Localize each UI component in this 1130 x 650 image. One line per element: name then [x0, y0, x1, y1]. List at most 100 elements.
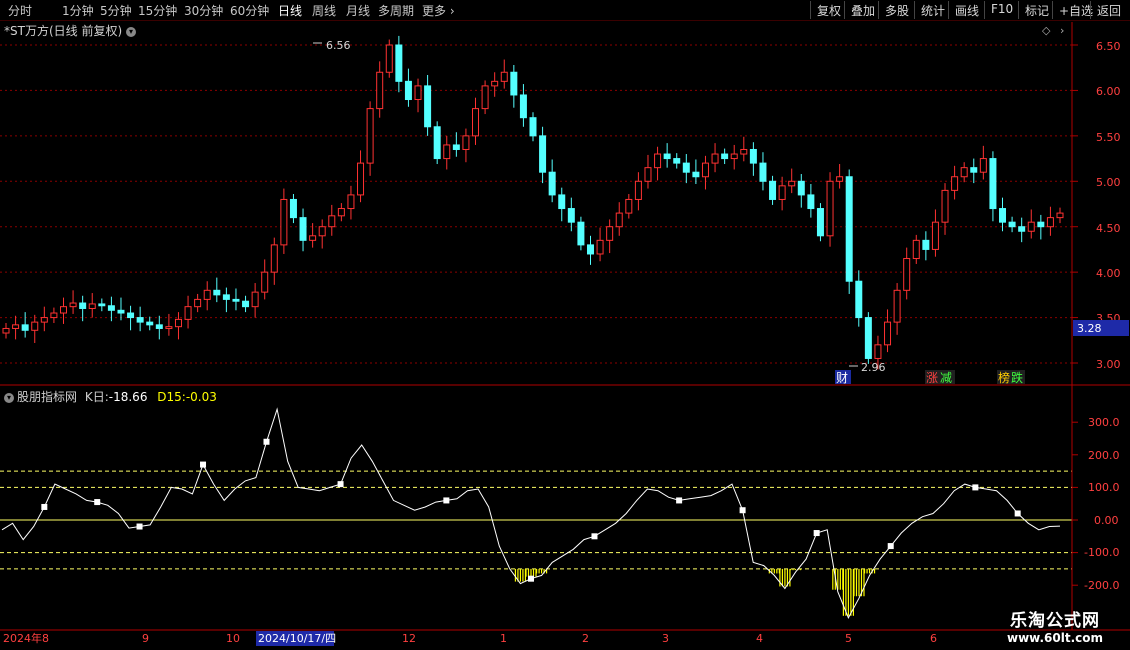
candle-down	[855, 280, 863, 319]
candle-down	[404, 80, 412, 101]
candle-down	[1037, 221, 1045, 228]
chevron-down-icon[interactable]: ▾	[4, 393, 14, 403]
candle-up	[385, 44, 393, 73]
kline-chart[interactable]: 6.50 6.00 5.50 5.00 4.50 4.00 3.50 3.00 …	[0, 0, 1130, 650]
candlestick-series	[2, 35, 1064, 370]
indicator-marker	[813, 530, 820, 537]
candle-down	[107, 305, 115, 311]
candle-up	[951, 176, 959, 191]
candle-down	[539, 135, 547, 173]
candle-up	[347, 194, 355, 210]
candle-down	[117, 309, 125, 314]
expand-icon[interactable]: ›	[1060, 24, 1064, 37]
date-label: 4	[756, 632, 763, 645]
candle-up	[261, 271, 269, 293]
diamond-icon[interactable]: ◇	[1042, 24, 1051, 37]
high-label: 6.56	[326, 39, 351, 52]
indicator-marker	[41, 503, 48, 510]
candle-up	[654, 153, 662, 169]
rise-marker-label: 涨	[926, 370, 938, 385]
candle-down	[769, 180, 777, 200]
candle-up	[912, 239, 920, 260]
indicator-markers	[41, 438, 1021, 582]
indicator-marker	[591, 533, 598, 540]
candle-up	[165, 326, 173, 329]
candle-down	[682, 162, 690, 173]
main-grid	[0, 44, 1078, 364]
candle-down	[136, 317, 144, 323]
k-value: -18.66	[108, 390, 148, 404]
candle-down	[510, 71, 518, 96]
candle-up	[88, 303, 96, 309]
price-tick: 6.50	[1096, 40, 1121, 53]
candle-up	[730, 153, 738, 160]
reduce-marker-label: 减	[940, 371, 952, 385]
finance-marker-label: 财	[836, 371, 848, 385]
indicator-marker	[263, 438, 270, 445]
candle-up	[203, 289, 211, 300]
candle-down	[519, 94, 527, 119]
date-label: 12	[402, 632, 416, 645]
date-label: 6	[930, 632, 937, 645]
candle-down	[242, 300, 250, 308]
candle-up	[481, 85, 489, 110]
indicator-marker	[676, 497, 683, 504]
date-label: 3	[662, 632, 669, 645]
candle-down	[692, 171, 700, 178]
stock-title: *ST万方(日线 前复权)	[4, 24, 123, 38]
candle-up	[376, 71, 384, 110]
candle-up	[1056, 212, 1064, 219]
candle-up	[625, 198, 633, 214]
date-label: 2	[582, 632, 589, 645]
date-label: 2024年8	[3, 631, 49, 645]
candle-up	[40, 317, 48, 323]
indicator-marker	[94, 499, 101, 506]
candle-up	[596, 239, 604, 255]
candle-down	[98, 303, 106, 307]
candle-down	[548, 171, 556, 196]
candle-up	[941, 189, 949, 223]
candle-up	[184, 306, 192, 320]
candle-up	[366, 108, 374, 164]
current-price-value: 3.28	[1077, 322, 1102, 335]
candle-down	[452, 144, 460, 150]
candle-up	[634, 180, 642, 200]
indicator-tick: 0.00	[1094, 514, 1119, 527]
indicator-marker	[337, 481, 344, 488]
candle-down	[721, 153, 729, 160]
price-tick: 6.00	[1096, 85, 1121, 98]
candle-up	[778, 185, 786, 200]
candle-up	[884, 321, 892, 346]
indicator-marker	[200, 461, 207, 468]
price-tick: 5.50	[1096, 131, 1121, 144]
indicator-tick: 300.0	[1088, 416, 1120, 429]
candle-up	[874, 344, 882, 359]
candle-up	[500, 71, 508, 82]
indicator-marker	[528, 575, 534, 582]
chevron-down-icon[interactable]: ▾	[125, 27, 136, 37]
candle-down	[673, 158, 681, 164]
candle-down	[424, 85, 432, 128]
price-tick: 4.50	[1096, 222, 1121, 235]
candle-up	[644, 167, 652, 182]
indicator-tick: 200.0	[1088, 449, 1120, 462]
candle-down	[232, 298, 240, 302]
fall-marker-label: 跌	[1011, 370, 1023, 385]
candle-up	[1027, 221, 1035, 232]
date-axis: 2024年8 9 10 2024/10/17/四 12 1 2 3 4 5 6	[3, 631, 937, 646]
candle-down	[749, 148, 757, 164]
candle-up	[194, 298, 202, 308]
candle-down	[970, 167, 978, 173]
candle-down	[759, 162, 767, 182]
indicator-tick: 100.0	[1088, 481, 1120, 494]
indicator-level-lines	[0, 421, 1078, 586]
candle-down	[79, 302, 87, 309]
watermark-url: www.60lt.com	[1006, 631, 1104, 645]
board-marker-label: 榜	[998, 370, 1010, 385]
indicator-tick: -200.0	[1084, 579, 1119, 592]
candle-down	[213, 289, 221, 296]
candle-up	[826, 180, 834, 237]
candle-up	[836, 176, 844, 182]
candle-down	[586, 244, 594, 255]
indicator-marker	[887, 543, 894, 550]
